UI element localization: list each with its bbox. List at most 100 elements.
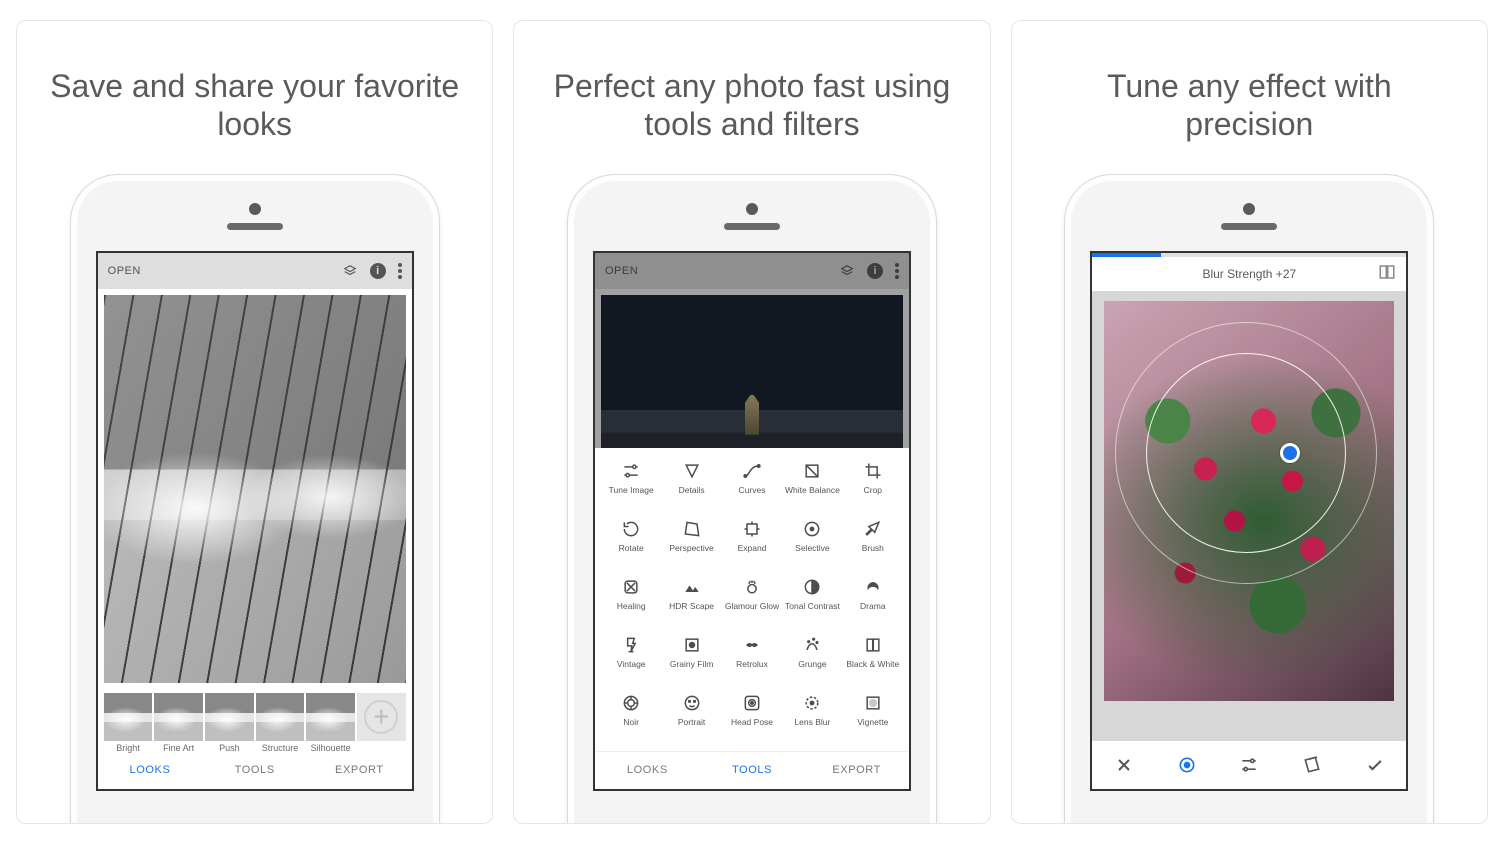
card-title: Tune any effect with precision — [1012, 67, 1487, 144]
tool-drama[interactable]: Drama — [843, 572, 903, 630]
tool-retrolux[interactable]: Retrolux — [722, 630, 782, 688]
tool-label: Vignette — [857, 718, 888, 736]
editing-photo[interactable] — [1104, 301, 1394, 701]
apply-button[interactable] — [1344, 755, 1407, 775]
tool-label: Noir — [623, 718, 639, 736]
tool-label: Lens Blur — [794, 718, 830, 736]
tool-expand[interactable]: Expand — [722, 514, 782, 572]
tool-grunge[interactable]: Grunge — [782, 630, 842, 688]
tool-label: Perspective — [669, 544, 713, 562]
stacks-icon[interactable] — [839, 264, 855, 278]
blur-shape-button[interactable] — [1155, 755, 1218, 775]
head-pose-icon — [742, 693, 762, 713]
tool-tonal-contrast[interactable]: Tonal Contrast — [782, 572, 842, 630]
adjust-button[interactable] — [1218, 755, 1281, 775]
selective-icon — [802, 519, 822, 539]
tool-hdr-scape[interactable]: HDR Scape — [661, 572, 721, 630]
promo-card-3: Tune any effect with precision Blur Stre… — [1011, 20, 1488, 824]
hdr-scape-icon — [682, 577, 702, 597]
tool-label: Crop — [864, 486, 882, 504]
promo-card-1: Save and share your favorite looks OPEN — [16, 20, 493, 824]
action-bar — [1092, 741, 1406, 789]
tool-details[interactable]: Details — [661, 456, 721, 514]
tool-label: Black & White — [846, 660, 899, 678]
tool-curves[interactable]: Curves — [722, 456, 782, 514]
tool-label: Details — [679, 486, 705, 504]
tool-label: Tune Image — [609, 486, 654, 504]
healing-icon — [621, 577, 641, 597]
tool-head-pose[interactable]: Head Pose — [722, 688, 782, 746]
open-button[interactable]: OPEN — [605, 265, 827, 277]
main-photo[interactable] — [104, 295, 406, 683]
styles-button[interactable] — [1281, 755, 1344, 775]
expand-icon — [742, 519, 762, 539]
tool-label: Drama — [860, 602, 886, 620]
tool-grainy-film[interactable]: Grainy Film — [661, 630, 721, 688]
info-icon[interactable] — [867, 263, 883, 279]
open-button[interactable]: OPEN — [108, 265, 330, 277]
look-thumb-bright[interactable] — [104, 693, 153, 741]
tool-glamour-glow[interactable]: Glamour Glow — [722, 572, 782, 630]
tonal-contrast-icon — [802, 577, 822, 597]
grainy-film-icon — [682, 635, 702, 655]
tool-healing[interactable]: Healing — [601, 572, 661, 630]
glamour-glow-icon — [742, 577, 762, 597]
blur-center-handle[interactable] — [1280, 443, 1300, 463]
tool-label: Grunge — [798, 660, 826, 678]
nav-looks[interactable]: LOOKS — [98, 751, 203, 789]
nav-looks[interactable]: LOOKS — [595, 752, 700, 789]
tool-perspective[interactable]: Perspective — [661, 514, 721, 572]
card-title: Save and share your favorite looks — [17, 67, 492, 144]
tool-noir[interactable]: Noir — [601, 688, 661, 746]
tool-crop[interactable]: Crop — [843, 456, 903, 514]
compare-icon[interactable] — [1378, 263, 1396, 284]
nav-tools[interactable]: TOOLS — [202, 751, 307, 789]
nav-export[interactable]: EXPORT — [804, 752, 909, 789]
retrolux-icon — [742, 635, 762, 655]
tool-label: Brush — [862, 544, 884, 562]
tool-selective[interactable]: Selective — [782, 514, 842, 572]
tool-label: Tonal Contrast — [785, 602, 840, 620]
tool-vignette[interactable]: Vignette — [843, 688, 903, 746]
look-thumb-silhouette[interactable] — [306, 693, 355, 741]
top-bar: OPEN — [98, 253, 412, 289]
overflow-menu-icon[interactable] — [895, 263, 899, 279]
stacks-icon[interactable] — [342, 264, 358, 278]
tool-portrait[interactable]: Portrait — [661, 688, 721, 746]
tool-label: Head Pose — [731, 718, 773, 736]
tool-brush[interactable]: Brush — [843, 514, 903, 572]
tool-white-balance[interactable]: White Balance — [782, 456, 842, 514]
tool-label: Portrait — [678, 718, 705, 736]
phone-frame: OPEN Bright — [70, 174, 440, 824]
tool-tune-image[interactable]: Tune Image — [601, 456, 661, 514]
blur-radius-ring[interactable] — [1146, 353, 1346, 553]
nav-tools[interactable]: TOOLS — [700, 752, 805, 789]
portrait-icon — [682, 693, 702, 713]
parameter-label: Blur Strength +27 — [1202, 267, 1296, 281]
look-thumb-structure[interactable] — [256, 693, 305, 741]
look-thumbnails — [98, 689, 412, 743]
look-thumb-fine-art[interactable] — [154, 693, 203, 741]
app-screen-tools: OPEN Tune Image Details CurvesWhite Balanc… — [593, 251, 911, 791]
overflow-menu-icon[interactable] — [398, 263, 402, 279]
tune-image-icon — [621, 461, 641, 481]
tool-vintage[interactable]: Vintage — [601, 630, 661, 688]
background-photo — [601, 295, 903, 455]
add-look-button[interactable] — [357, 693, 406, 741]
tool-rotate[interactable]: Rotate — [601, 514, 661, 572]
info-icon[interactable] — [370, 263, 386, 279]
grunge-icon — [802, 635, 822, 655]
cancel-button[interactable] — [1092, 755, 1155, 775]
black-white-icon — [863, 635, 883, 655]
parameter-bar[interactable]: Blur Strength +27 — [1092, 257, 1406, 291]
tool-lens-blur[interactable]: Lens Blur — [782, 688, 842, 746]
tools-panel: Tune Image Details CurvesWhite Balance Crop… — [595, 448, 909, 789]
nav-export[interactable]: EXPORT — [307, 751, 412, 789]
vignette-icon — [863, 693, 883, 713]
white-balance-icon — [802, 461, 822, 481]
tool-label: Selective — [795, 544, 830, 562]
look-thumb-push[interactable] — [205, 693, 254, 741]
curves-icon — [742, 461, 762, 481]
top-bar: OPEN — [595, 253, 909, 289]
tool-black-white[interactable]: Black & White — [843, 630, 903, 688]
